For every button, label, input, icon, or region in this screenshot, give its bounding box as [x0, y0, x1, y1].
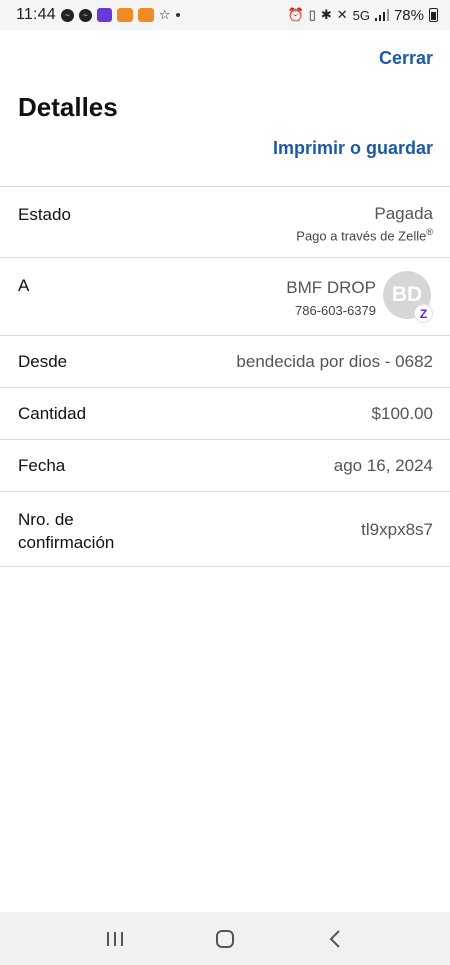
avatar-initials: BD — [391, 283, 423, 306]
recent-apps-icon[interactable] — [95, 919, 135, 959]
recipient-phone: 786-603-6379 — [295, 303, 376, 318]
confirmation-row: Nro. de confirmación tl9xpx8s7 — [0, 492, 450, 567]
registered-mark: ® — [426, 227, 433, 237]
more-notifications-icon — [175, 13, 180, 17]
from-value: bendecida por dios - 0682 — [236, 352, 433, 371]
confirmation-label-line2: confirmación — [18, 533, 115, 552]
amount-label: Cantidad — [18, 404, 87, 423]
status-bar-right: ⏰ ▯ ✱ ✕ 5G 78% — [287, 7, 438, 24]
confirmation-label-line1: Nro. de — [18, 510, 74, 529]
alarm-icon: ⏰ — [287, 7, 304, 22]
status-bar-left: 11:44 ~ ~ ☆ — [16, 6, 180, 24]
home-icon[interactable] — [205, 919, 245, 959]
payment-method-label: Pago a través de Zelle — [296, 228, 427, 244]
details-list: Estado Pagada Pago a través de Zelle® A … — [0, 186, 450, 567]
vibrate-icon: ▯ — [308, 7, 316, 22]
date-label: Fecha — [18, 456, 66, 475]
network-label: 5G — [352, 7, 370, 23]
from-label: Desde — [18, 352, 68, 371]
navigation-bar — [0, 912, 450, 965]
status-row: Estado Pagada Pago a través de Zelle® — [0, 187, 450, 258]
recipient-row: A BMF DROP 786-603-6379 BD Z — [0, 258, 450, 336]
amount-row: Cantidad $100.00 — [0, 388, 450, 440]
print-or-save-button[interactable]: Imprimir o guardar — [273, 138, 433, 159]
status-label: Estado — [18, 205, 71, 224]
app-notification-icon — [116, 8, 133, 22]
date-value: ago 16, 2024 — [333, 456, 433, 475]
bluetooth-icon: ✱ — [320, 7, 332, 22]
from-row: Desde bendecida por dios - 0682 — [0, 336, 450, 388]
payment-method-text: Pago a través de Zelle® — [296, 227, 433, 243]
recipient-label: A — [18, 276, 30, 295]
amount-value: $100.00 — [371, 404, 433, 423]
app-notification-icon — [96, 8, 112, 22]
messenger-icon: ~ — [78, 8, 92, 22]
status-value: Pagada — [374, 204, 433, 223]
zelle-badge-icon: Z — [414, 304, 433, 323]
clock: 11:44 — [16, 6, 56, 23]
date-row: Fecha ago 16, 2024 — [0, 440, 450, 492]
confirmation-value: tl9xpx8s7 — [361, 520, 433, 539]
mute-icon: ✕ — [336, 7, 348, 22]
close-button[interactable]: Cerrar — [379, 48, 433, 69]
messenger-icon: ~ — [60, 8, 74, 22]
details-header: Cerrar Detalles Imprimir o guardar — [0, 30, 450, 186]
confirmation-label: Nro. de confirmación — [18, 508, 114, 554]
status-bar: 11:44 ~ ~ ☆ ⏰ ▯ ✱ ✕ 5G 78% — [0, 0, 450, 30]
recipient-name: BMF DROP — [286, 278, 376, 297]
star-notification-icon: ☆ — [158, 7, 171, 22]
signal-icon — [374, 9, 389, 21]
battery-percent: 78% — [393, 6, 424, 24]
zelle-badge-glyph: Z — [419, 306, 428, 321]
app-notification-icon — [137, 8, 154, 22]
back-icon[interactable] — [315, 919, 355, 959]
page-title: Detalles — [18, 92, 118, 122]
battery-icon — [429, 8, 438, 22]
